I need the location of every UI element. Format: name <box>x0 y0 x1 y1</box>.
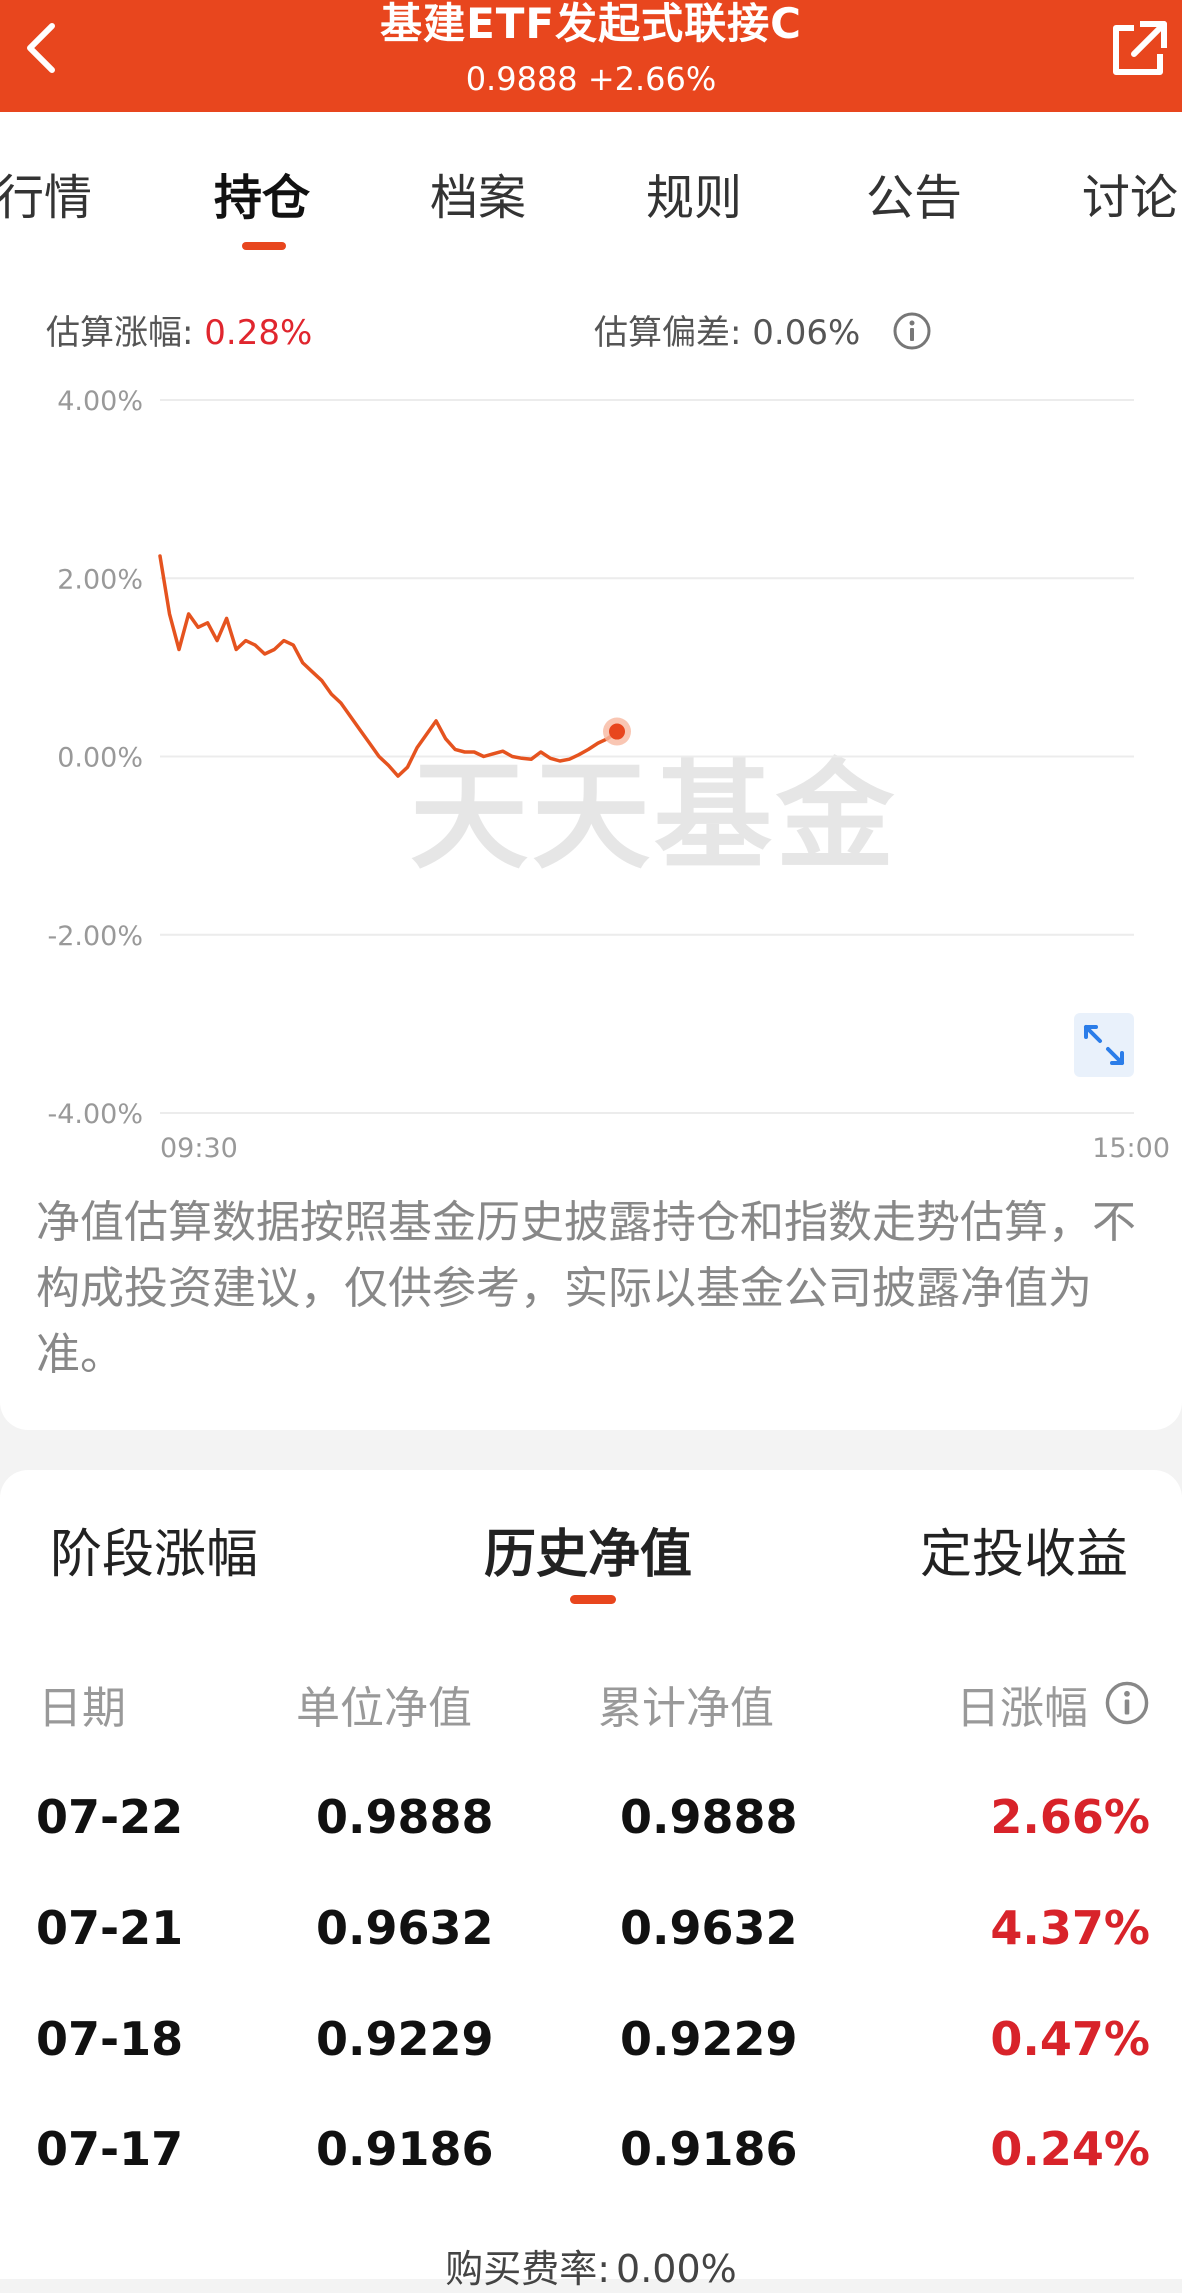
daily-change-info-icon[interactable] <box>1104 1680 1150 1726</box>
estimate-change: 估算涨幅: 0.28% <box>46 305 312 354</box>
row-cum-nav: 0.9632 <box>620 1901 798 1955</box>
purchase-fee-label: 购买费率: <box>445 2247 611 2291</box>
y-tick-label: 4.00% <box>57 386 143 417</box>
col-header-cum-nav: 累计净值 <box>598 1683 774 1734</box>
main-tabs: 行情 持仓 档案 规则 公告 讨论 <box>0 150 1182 260</box>
purchase-fee-value: 0.00% <box>616 2247 737 2291</box>
x-tick-label: 09:30 <box>160 1133 238 1164</box>
row-cum-nav: 0.9229 <box>620 2012 798 2066</box>
row-cum-nav: 0.9888 <box>620 1790 798 1844</box>
row-unit-nav: 0.9229 <box>316 2012 494 2066</box>
x-tick-label: 15:00 <box>1092 1133 1170 1164</box>
fund-nav-summary: 0.9888 +2.66% <box>0 60 1182 98</box>
row-cum-nav: 0.9186 <box>620 2122 798 2176</box>
tab-nav-history[interactable]: 历史净值 <box>484 1512 692 1587</box>
estimate-disclaimer: 净值估算数据按照基金历史披露持仓和指数走势估算，不构成投资建议，仅供参考，实际以… <box>36 1197 1136 1380</box>
col-header-daily-change: 日涨幅 <box>956 1683 1088 1734</box>
tab-period-returns[interactable]: 阶段涨幅 <box>50 1512 258 1587</box>
y-tick-label: -4.00% <box>47 1099 143 1130</box>
purchase-fee: 购买费率: 0.00% <box>0 2238 1182 2293</box>
row-daily-change: 0.47% <box>990 2012 1150 2066</box>
top-bar: 基建ETF发起式联接C 0.9888 +2.66% <box>0 0 1182 112</box>
estimate-deviation-label: 估算偏差: <box>594 313 742 353</box>
tab-market[interactable]: 行情 <box>0 158 92 228</box>
estimate-deviation: 估算偏差: 0.06% <box>594 305 860 354</box>
fund-change: +2.66% <box>587 60 717 98</box>
y-tick-label: -2.00% <box>47 921 143 952</box>
share-icon[interactable] <box>1104 14 1172 82</box>
row-date: 07-17 <box>36 2122 184 2176</box>
y-tick-label: 0.00% <box>57 743 143 774</box>
current-point <box>609 723 625 740</box>
y-tick-label: 2.00% <box>57 564 143 595</box>
row-unit-nav: 0.9888 <box>316 1790 494 1844</box>
tab-discussion[interactable]: 讨论 <box>1082 158 1178 228</box>
col-header-unit-nav: 单位净值 <box>296 1683 472 1734</box>
row-date: 07-22 <box>36 1790 184 1844</box>
active-tab-indicator <box>242 242 286 250</box>
tab-announcements[interactable]: 公告 <box>866 158 962 228</box>
row-date: 07-18 <box>36 2012 184 2066</box>
tab-holdings[interactable]: 持仓 <box>214 158 310 228</box>
expand-chart-button[interactable] <box>1074 1013 1134 1077</box>
estimate-deviation-value: 0.06% <box>752 313 861 353</box>
estimate-line <box>158 554 619 778</box>
estimate-change-label: 估算涨幅: <box>46 313 194 353</box>
tab-sip-returns[interactable]: 定投收益 <box>920 1512 1128 1587</box>
fund-title: 基建ETF发起式联接C <box>380 0 802 48</box>
row-daily-change: 4.37% <box>990 1901 1150 1955</box>
tab-rules[interactable]: 规则 <box>646 158 742 228</box>
active-subtab-indicator <box>570 1595 616 1604</box>
col-header-date: 日期 <box>38 1683 126 1734</box>
row-date: 07-21 <box>36 1901 184 1955</box>
row-unit-nav: 0.9186 <box>316 2122 494 2176</box>
expand-icon <box>1084 1025 1124 1065</box>
tab-profile[interactable]: 档案 <box>430 158 526 228</box>
info-icon[interactable] <box>892 311 932 351</box>
row-daily-change: 2.66% <box>990 1790 1150 1844</box>
row-daily-change: 0.24% <box>990 2122 1150 2176</box>
row-unit-nav: 0.9632 <box>316 1901 494 1955</box>
fund-nav: 0.9888 <box>465 60 578 98</box>
estimate-change-value: 0.28% <box>204 313 313 353</box>
intraday-estimate-chart: 4.00% 2.00% 0.00% -2.00% -4.00% 09:30 15:00 <box>47 386 1170 1164</box>
